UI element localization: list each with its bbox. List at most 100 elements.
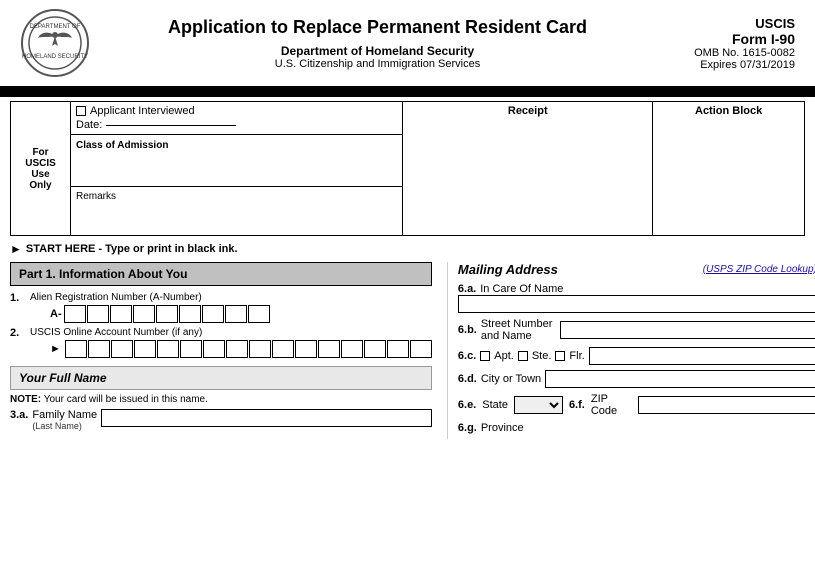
field1-group: 1. Alien Registration Number (A-Number) … [10, 292, 432, 323]
part1-header: Part 1. Information About You [10, 262, 432, 286]
acct-12[interactable] [318, 340, 340, 358]
field6f-label: ZIP Code [591, 393, 632, 417]
receipt-cell: Receipt [403, 102, 653, 236]
svg-text:DEPARTMENT OF: DEPARTMENT OF [30, 24, 81, 30]
a-seg-7[interactable] [202, 305, 224, 323]
acct-14[interactable] [364, 340, 386, 358]
arrow-icon: ► [10, 242, 22, 256]
acct-1[interactable] [65, 340, 87, 358]
field6ef-group: 6.e. State AL AK AZ CA NY TX 6.f. ZIP Co… [458, 393, 815, 417]
account-arrow: ► [50, 343, 61, 355]
a-seg-4[interactable] [133, 305, 155, 323]
field6b-label1: Street Number [481, 318, 553, 330]
acct-8[interactable] [226, 340, 248, 358]
action-block-cell: Action Block [653, 102, 805, 236]
acct-7[interactable] [203, 340, 225, 358]
remarks-cell: Remarks [71, 187, 403, 236]
field6e-label: State [482, 399, 508, 411]
field6c-input[interactable] [589, 347, 815, 365]
acct-5[interactable] [157, 340, 179, 358]
a-seg-1[interactable] [64, 305, 86, 323]
acct-15[interactable] [387, 340, 409, 358]
start-here-banner: ► START HERE - Type or print in black in… [0, 236, 815, 262]
note-body: Your card will be issued in this name. [44, 394, 208, 405]
field2-group: 2. USCIS Online Account Number (if any) … [10, 327, 432, 358]
a-seg-6[interactable] [179, 305, 201, 323]
note-label: NOTE: [10, 394, 41, 405]
family-name-input[interactable] [101, 409, 432, 427]
a-prefix: A- [50, 308, 62, 320]
a-number-input[interactable] [64, 305, 270, 323]
header-subtitle: Department of Homeland Security [90, 44, 665, 58]
family-name-label: Family Name [32, 409, 97, 421]
a-seg-2[interactable] [87, 305, 109, 323]
page-header: DEPARTMENT OF HOMELAND SECURITY Applicat… [0, 0, 815, 89]
uscis-use-only-label: ForUSCISUseOnly [11, 102, 71, 236]
field6c-group: 6.c. Apt. Ste. Flr. [458, 347, 815, 365]
acct-3[interactable] [111, 340, 133, 358]
header-subsubtitle: U.S. Citizenship and Immigration Service… [90, 58, 665, 70]
acct-10[interactable] [272, 340, 294, 358]
field2-label: USCIS Online Account Number (if any) [30, 327, 432, 338]
right-column: Mailing Address (USPS ZIP Code Lookup) 6… [447, 262, 815, 439]
a-seg-3[interactable] [110, 305, 132, 323]
field6c-number: 6.c. [458, 350, 476, 362]
applicant-interviewed-cell: Applicant Interviewed Date: [71, 102, 403, 135]
apt-checkbox[interactable] [480, 351, 490, 361]
acct-16[interactable] [410, 340, 432, 358]
flr-label: Flr. [569, 350, 584, 362]
form-main-title: Application to Replace Permanent Residen… [90, 17, 665, 38]
family-name-sublabel: (Last Name) [32, 421, 97, 431]
acct-13[interactable] [341, 340, 363, 358]
field1-label: Alien Registration Number (A-Number) [30, 292, 270, 303]
form-number: Form I-90 [665, 31, 795, 47]
acct-11[interactable] [295, 340, 317, 358]
header-title-block: Application to Replace Permanent Residen… [90, 17, 665, 70]
ste-checkbox[interactable] [518, 351, 528, 361]
field6b-group: 6.b. Street Number and Name [458, 318, 815, 342]
a-number-container: A- [50, 305, 270, 323]
date-line [106, 125, 236, 126]
applicant-interviewed-checkbox[interactable] [76, 106, 86, 116]
acct-4[interactable] [134, 340, 156, 358]
expiry-date: Expires 07/31/2019 [665, 59, 795, 71]
applicant-interviewed-text: Applicant Interviewed [90, 105, 195, 117]
header-divider [0, 89, 815, 97]
zip-input[interactable] [638, 396, 815, 414]
account-number-input[interactable] [65, 340, 432, 358]
field6b-number: 6.b. [458, 324, 477, 336]
mailing-header: Mailing Address (USPS ZIP Code Lookup) [458, 262, 815, 277]
account-container: ► [50, 340, 432, 358]
a-seg-5[interactable] [156, 305, 178, 323]
acct-9[interactable] [249, 340, 271, 358]
field6g-number: 6.g. [458, 422, 477, 434]
field6g-group: 6.g. Province [458, 422, 815, 434]
field6b-input[interactable] [560, 321, 815, 339]
left-column: Part 1. Information About You 1. Alien R… [10, 262, 437, 439]
apt-label: Apt. [494, 350, 514, 362]
field3a-number: 3.a. [10, 409, 28, 421]
field6g-label: Province [481, 422, 524, 434]
header-right: USCIS Form I-90 OMB No. 1615-0082 Expire… [665, 16, 795, 71]
field1-number: 1. [10, 292, 26, 304]
field6a-label: In Care Of Name [480, 283, 563, 295]
usps-zip-link[interactable]: (USPS ZIP Code Lookup) [703, 264, 815, 275]
acct-6[interactable] [180, 340, 202, 358]
field6d-input[interactable] [545, 370, 815, 388]
field6a-group: 6.a. In Care Of Name [458, 283, 815, 313]
svg-text:HOMELAND SECURITY: HOMELAND SECURITY [22, 54, 88, 60]
a-seg-9[interactable] [248, 305, 270, 323]
date-text: Date: [76, 119, 102, 131]
start-here-text: START HERE - Type or print in black ink. [26, 243, 238, 255]
field6f-number: 6.f. [569, 399, 585, 411]
field6d-label: City or Town [481, 373, 541, 385]
field6e-number: 6.e. [458, 399, 476, 411]
field6a-number: 6.a. [458, 283, 476, 295]
acct-2[interactable] [88, 340, 110, 358]
flr-checkbox[interactable] [555, 351, 565, 361]
field6d-group: 6.d. City or Town [458, 370, 815, 388]
a-seg-8[interactable] [225, 305, 247, 323]
field6b-label2: and Name [481, 330, 553, 342]
state-select[interactable]: AL AK AZ CA NY TX [514, 396, 563, 414]
field6a-input[interactable] [458, 295, 815, 313]
